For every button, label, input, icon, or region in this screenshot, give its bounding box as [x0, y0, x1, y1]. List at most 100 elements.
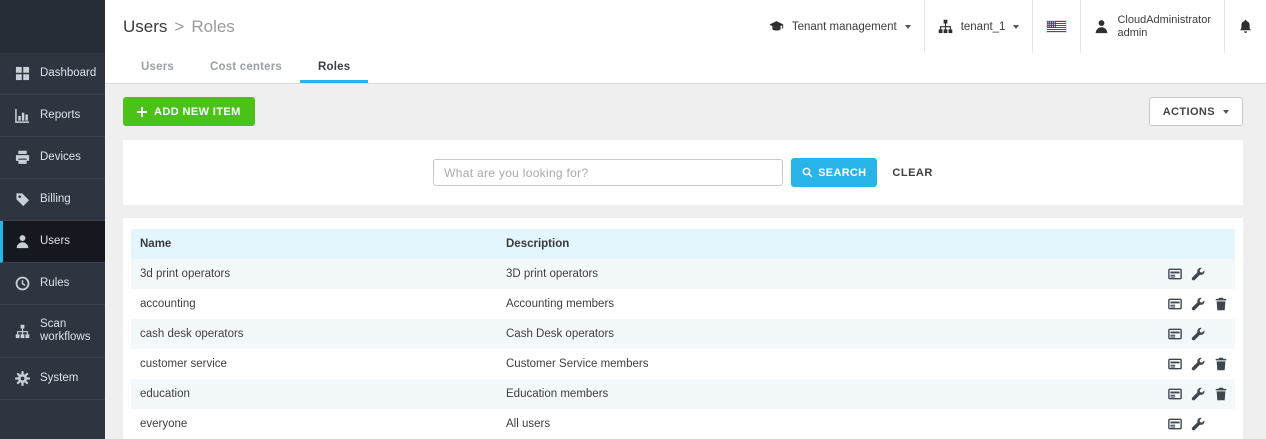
chevron-down-icon	[1223, 110, 1229, 117]
table-row[interactable]: everyone All users	[131, 409, 1235, 439]
table-body: 3d print operators 3D print operators ac…	[131, 259, 1235, 439]
tenant-dropdown[interactable]: tenant_1	[924, 0, 1033, 53]
column-header-description[interactable]: Description	[506, 238, 1235, 250]
tab-roles[interactable]: Roles	[300, 53, 368, 83]
search-button-label: SEARCH	[818, 167, 866, 179]
search-button[interactable]: SEARCH	[791, 158, 877, 187]
notifications-button[interactable]	[1224, 0, 1266, 53]
tab-bar: Users Cost centers Roles	[105, 53, 1266, 84]
role-description: All users	[506, 418, 1168, 430]
sidebar-item-label: Reports	[40, 109, 80, 122]
sidebar-item-label: System	[40, 372, 78, 385]
user-role: admin	[1117, 27, 1211, 40]
breadcrumb: Users > Roles	[123, 0, 235, 53]
column-header-name[interactable]: Name	[131, 238, 506, 250]
delete-icon[interactable]	[1214, 297, 1228, 311]
role-name: everyone	[131, 418, 506, 430]
card-icon[interactable]	[1168, 387, 1182, 401]
table-header-row: Name Description	[131, 229, 1235, 259]
roles-table: Name Description 3d print operators 3D p…	[123, 218, 1243, 439]
dashboard-icon	[14, 66, 30, 81]
row-actions	[1168, 267, 1235, 281]
search-icon	[802, 167, 813, 178]
role-name: customer service	[131, 358, 506, 370]
clock-icon	[14, 276, 30, 291]
table-row[interactable]: cash desk operators Cash Desk operators	[131, 319, 1235, 349]
sidebar-item-label: Billing	[40, 193, 71, 206]
gear-icon	[14, 371, 30, 386]
card-icon[interactable]	[1168, 357, 1182, 371]
table-row[interactable]: customer service Customer Service member…	[131, 349, 1235, 379]
row-actions	[1168, 357, 1235, 371]
sidebar-item-rules[interactable]: Rules	[0, 263, 105, 305]
top-bar: Users > Roles Tenant management tenant_1	[105, 0, 1266, 53]
wrench-icon[interactable]	[1191, 417, 1205, 431]
clear-button[interactable]: CLEAR	[892, 167, 932, 179]
sidebar-item-reports[interactable]: Reports	[0, 95, 105, 137]
delete-icon[interactable]	[1214, 357, 1228, 371]
wrench-icon[interactable]	[1191, 357, 1205, 371]
role-name: 3d print operators	[131, 268, 506, 280]
search-input[interactable]	[433, 159, 783, 186]
breadcrumb-section[interactable]: Users	[123, 17, 167, 37]
sidebar-item-label: Dashboard	[40, 67, 96, 80]
wrench-icon[interactable]	[1191, 327, 1205, 341]
user-menu[interactable]: CloudAdministrator admin	[1080, 0, 1224, 53]
role-description: Customer Service members	[506, 358, 1168, 370]
role-description: 3D print operators	[506, 268, 1168, 280]
toolbar: ADD NEW ITEM ACTIONS	[123, 97, 1243, 126]
search-panel: SEARCH CLEAR	[123, 140, 1243, 205]
row-actions	[1168, 417, 1235, 431]
sidebar-item-users[interactable]: Users	[0, 221, 105, 263]
chevron-down-icon	[905, 25, 911, 32]
language-selector[interactable]	[1032, 0, 1080, 53]
add-new-item-button[interactable]: ADD NEW ITEM	[123, 97, 255, 126]
main-area: Users > Roles Tenant management tenant_1	[105, 0, 1266, 439]
wrench-icon[interactable]	[1191, 387, 1205, 401]
role-name: accounting	[131, 298, 506, 310]
sidebar-logo-area	[0, 0, 105, 53]
sidebar-item-label: Rules	[40, 277, 69, 290]
sidebar-item-devices[interactable]: Devices	[0, 137, 105, 179]
sidebar-item-dashboard[interactable]: Dashboard	[0, 53, 105, 95]
role-description: Education members	[506, 388, 1168, 400]
actions-button[interactable]: ACTIONS	[1149, 97, 1243, 126]
user-name: CloudAdministrator	[1117, 14, 1211, 27]
card-icon[interactable]	[1168, 417, 1182, 431]
row-actions	[1168, 297, 1235, 311]
sitemap-icon	[938, 19, 953, 34]
card-icon[interactable]	[1168, 297, 1182, 311]
tab-label: Cost centers	[210, 61, 282, 73]
card-icon[interactable]	[1168, 327, 1182, 341]
card-icon[interactable]	[1168, 267, 1182, 281]
user-icon	[1094, 19, 1109, 34]
chevron-down-icon	[1013, 25, 1019, 32]
wrench-icon[interactable]	[1191, 297, 1205, 311]
tenant-label: tenant_1	[961, 21, 1006, 33]
table-row[interactable]: 3d print operators 3D print operators	[131, 259, 1235, 289]
tab-users[interactable]: Users	[123, 53, 192, 83]
tab-cost-centers[interactable]: Cost centers	[192, 53, 300, 83]
row-actions	[1168, 327, 1235, 341]
sidebar-item-scan-workflows[interactable]: Scan workflows	[0, 305, 105, 358]
tag-icon	[14, 192, 30, 207]
bell-icon	[1238, 19, 1253, 34]
table-row[interactable]: accounting Accounting members	[131, 289, 1235, 319]
sidebar-item-label: Users	[40, 235, 70, 248]
sidebar-item-billing[interactable]: Billing	[0, 179, 105, 221]
tenant-management-dropdown[interactable]: Tenant management	[756, 0, 924, 53]
table-row[interactable]: education Education members	[131, 379, 1235, 409]
row-actions	[1168, 387, 1235, 401]
actions-label: ACTIONS	[1163, 106, 1215, 118]
role-name: education	[131, 388, 506, 400]
content-area: ADD NEW ITEM ACTIONS SEARCH CLEAR Name D…	[105, 84, 1266, 439]
wrench-icon[interactable]	[1191, 267, 1205, 281]
sidebar: Dashboard Reports Devices Billing Users …	[0, 0, 105, 439]
role-name: cash desk operators	[131, 328, 506, 340]
graduation-cap-icon	[769, 19, 784, 34]
sidebar-item-label: Scan workflows	[40, 318, 98, 344]
sidebar-item-system[interactable]: System	[0, 358, 105, 400]
reports-icon	[14, 108, 30, 123]
plus-icon	[137, 107, 147, 117]
delete-icon[interactable]	[1214, 387, 1228, 401]
